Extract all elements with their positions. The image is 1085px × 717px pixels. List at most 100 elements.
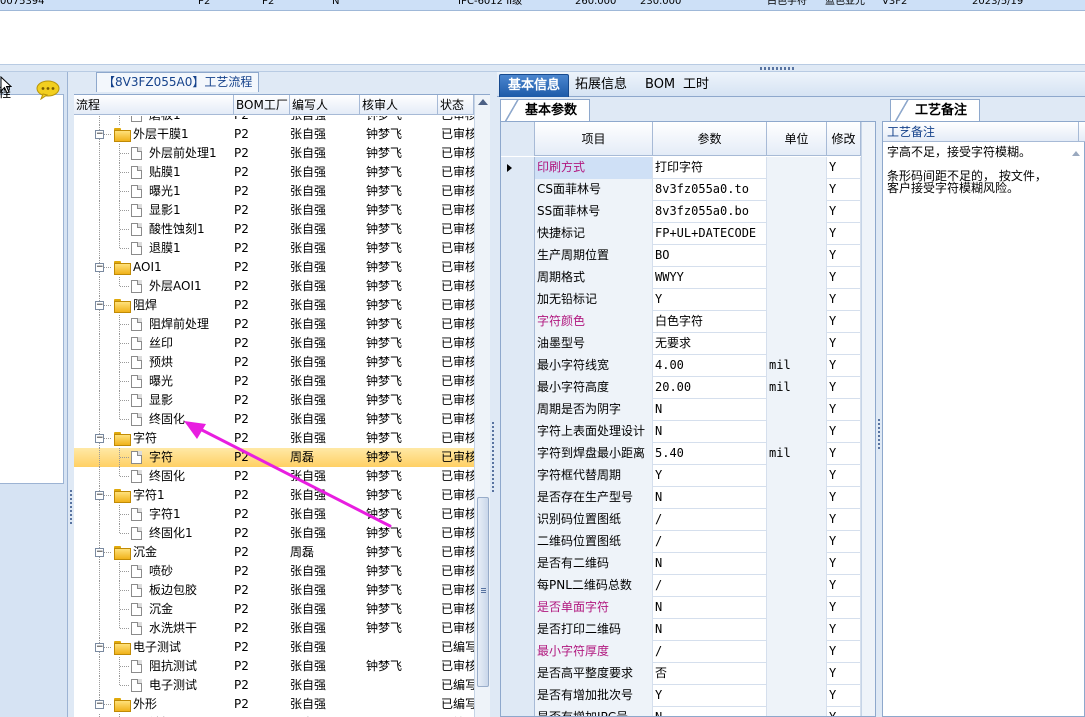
tree-row[interactable]: − 沉金 P2 周磊 钟梦飞 已审核 — [74, 543, 474, 562]
tree-row[interactable]: 退膜1 P2 张自强 钟梦飞 已审核 — [74, 239, 474, 258]
param-row[interactable]: 是否存在生产型号 N Y — [501, 487, 861, 509]
param-row[interactable]: 最小字符线宽 4.00 mil Y — [501, 355, 861, 377]
param-row[interactable]: 生产周期位置 BO Y — [501, 245, 861, 267]
param-row[interactable]: 是否有二维码 N Y — [501, 553, 861, 575]
tree-node[interactable]: 预烘 — [74, 353, 232, 372]
horizontal-splitter[interactable] — [0, 64, 1085, 72]
process-flow-tab[interactable]: 【8V3FZ055A0】工艺流程 — [96, 72, 260, 92]
row-indicator[interactable] — [501, 685, 535, 707]
param-value-cell[interactable]: / — [653, 509, 767, 531]
tree-row[interactable]: − 外层干膜1 P2 张自强 钟梦飞 已审核 — [74, 125, 474, 144]
tree-node[interactable]: 阻抗测试 — [74, 657, 232, 676]
row-indicator[interactable] — [501, 575, 535, 597]
param-row[interactable]: 周期是否为阴字 N Y — [501, 399, 861, 421]
tree-node[interactable]: 字符 — [74, 448, 232, 467]
col-header-unit[interactable]: 单位 — [767, 122, 827, 156]
param-value-cell[interactable]: Y — [653, 685, 767, 707]
tree-row[interactable]: 贴膜1 P2 张自强 钟梦飞 已审核 — [74, 163, 474, 182]
param-row[interactable]: 每PNL二维码总数 / Y — [501, 575, 861, 597]
row-indicator[interactable] — [501, 399, 535, 421]
param-row[interactable]: 是否有增加批次号 Y Y — [501, 685, 861, 707]
tree-node[interactable]: 字符1 — [74, 505, 232, 524]
param-row[interactable]: CS面菲林号 8v3fz055a0.to Y — [501, 179, 861, 201]
collapse-toggle-icon[interactable]: − — [95, 434, 104, 443]
param-value-cell[interactable]: 4.00 — [653, 355, 767, 377]
vertical-splitter-middle[interactable] — [490, 72, 497, 717]
chat-bubble-icon[interactable] — [36, 80, 60, 100]
row-indicator[interactable] — [501, 531, 535, 553]
param-value-cell[interactable]: 打印字符 — [653, 157, 767, 179]
tree-row[interactable]: 字符1 P2 张自强 钟梦飞 已审核 — [74, 505, 474, 524]
row-indicator[interactable] — [501, 443, 535, 465]
param-row[interactable]: 印刷方式 打印字符 Y — [501, 157, 861, 179]
tree-row[interactable]: 终固化 P2 张自强 钟梦飞 已审核 — [74, 467, 474, 486]
row-indicator[interactable] — [501, 179, 535, 201]
tree-row[interactable]: 字符 P2 周磊 钟梦飞 已审核 — [74, 448, 474, 467]
tree-node[interactable]: 板边包胶 — [74, 581, 232, 600]
col-header-item[interactable]: 项目 — [535, 122, 653, 156]
tree-node[interactable]: 丝印 — [74, 334, 232, 353]
process-notes-text[interactable]: 字高不足，接受字符模糊。 条形码间距不足的， 按文件， 客户接受字符模糊风险。 — [887, 146, 1067, 194]
collapse-toggle-icon[interactable]: − — [95, 643, 104, 652]
row-indicator[interactable] — [501, 421, 535, 443]
param-value-cell[interactable]: Y — [653, 465, 767, 487]
tree-row[interactable]: − AOI1 P2 张自强 钟梦飞 已审核 — [74, 258, 474, 277]
params-vertical-scrollbar[interactable] — [861, 122, 875, 716]
tree-row[interactable]: 电子测试 P2 张自强 已编写 — [74, 676, 474, 695]
notes-vertical-scrollbar[interactable] — [1070, 143, 1084, 717]
param-row[interactable]: 是否单面字符 N Y — [501, 597, 861, 619]
collapse-toggle-icon[interactable]: − — [95, 491, 104, 500]
row-indicator[interactable] — [501, 377, 535, 399]
param-value-cell[interactable]: 5.40 — [653, 443, 767, 465]
tree-node[interactable]: − 阻焊 — [74, 296, 232, 315]
param-row[interactable]: 是否打印二维码 N Y — [501, 619, 861, 641]
param-value-cell[interactable]: N — [653, 553, 767, 575]
tab-process-notes[interactable]: 工艺备注 — [890, 99, 981, 121]
tab-info-0[interactable]: 基本信息 — [499, 74, 570, 97]
tree-node[interactable]: 酸性蚀刻1 — [74, 220, 232, 239]
param-row[interactable]: 是否有增加IPC号 N Y — [501, 707, 861, 716]
param-value-cell[interactable]: 无要求 — [653, 333, 767, 355]
tree-node[interactable]: − 字符1 — [74, 486, 232, 505]
param-row[interactable]: 是否高平整度要求否 Y — [501, 663, 861, 685]
tree-node[interactable]: 终固化 — [74, 467, 232, 486]
tree-node[interactable]: − 电子测试 — [74, 638, 232, 657]
top-grid-selected-row[interactable]: 0075394 P2 P2 N IPC-6012 II级 260.000 230.000 白色… — [0, 0, 1085, 11]
row-indicator[interactable] — [501, 641, 535, 663]
param-row[interactable]: 加无铅标记 Y Y — [501, 289, 861, 311]
tree-node[interactable]: 显影 — [74, 391, 232, 410]
tree-row[interactable]: 终固化1 P2 张自强 钟梦飞 已审核 — [74, 524, 474, 543]
tree-row[interactable]: 磨板1 P2张自强钟梦飞已审核 — [74, 116, 474, 125]
tree-row[interactable]: 阻焊前处理 P2 张自强 钟梦飞 已审核 — [74, 315, 474, 334]
param-row[interactable]: 油墨型号 无要求 Y — [501, 333, 861, 355]
col-header-param[interactable]: 参数 — [653, 122, 767, 156]
vertical-splitter-right[interactable] — [876, 99, 882, 717]
scroll-thumb[interactable] — [477, 497, 489, 687]
tree-node[interactable]: 外层AOI1 — [74, 277, 232, 296]
row-indicator[interactable] — [501, 223, 535, 245]
tree-node[interactable]: 终固化1 — [74, 524, 232, 543]
tree-row[interactable]: 显影 P2 张自强 钟梦飞 已审核 — [74, 391, 474, 410]
row-indicator[interactable] — [501, 201, 535, 223]
col-header-reviewer[interactable]: 核审人 — [360, 95, 438, 115]
tree-row[interactable]: 终固化 P2 张自强 钟梦飞 已审核 — [74, 410, 474, 429]
row-indicator[interactable] — [501, 509, 535, 531]
param-row[interactable]: 字符到焊盘最小距离 5.40 mil Y — [501, 443, 861, 465]
row-indicator[interactable] — [501, 465, 535, 487]
param-row[interactable]: 字符框代替周期 Y Y — [501, 465, 861, 487]
collapse-toggle-icon[interactable]: − — [95, 700, 104, 709]
param-row[interactable]: 最小字符厚度 / Y — [501, 641, 861, 663]
tree-node[interactable]: − AOI1 — [74, 258, 232, 277]
col-header-modify[interactable]: 修改 — [827, 122, 861, 156]
tree-row[interactable]: 显影1 P2 张自强 钟梦飞 已审核 — [74, 201, 474, 220]
col-header-writer[interactable]: 编写人 — [290, 95, 360, 115]
param-row[interactable]: 最小字符高度 20.00 mil Y — [501, 377, 861, 399]
row-indicator[interactable] — [501, 553, 535, 575]
tree-node[interactable]: 阻焊前处理 — [74, 315, 232, 334]
param-row[interactable]: 周期格式 WWYY Y — [501, 267, 861, 289]
tree-node[interactable]: 贴膜1 — [74, 163, 232, 182]
param-row[interactable]: 快捷标记 FP+UL+DATECODE Y — [501, 223, 861, 245]
tree-row[interactable]: − 字符1 P2 张自强 钟梦飞 已审核 — [74, 486, 474, 505]
param-row[interactable]: 识别码位置图纸 / Y — [501, 509, 861, 531]
tree-row[interactable]: 板边包胶 P2 张自强 钟梦飞 已审核 — [74, 581, 474, 600]
